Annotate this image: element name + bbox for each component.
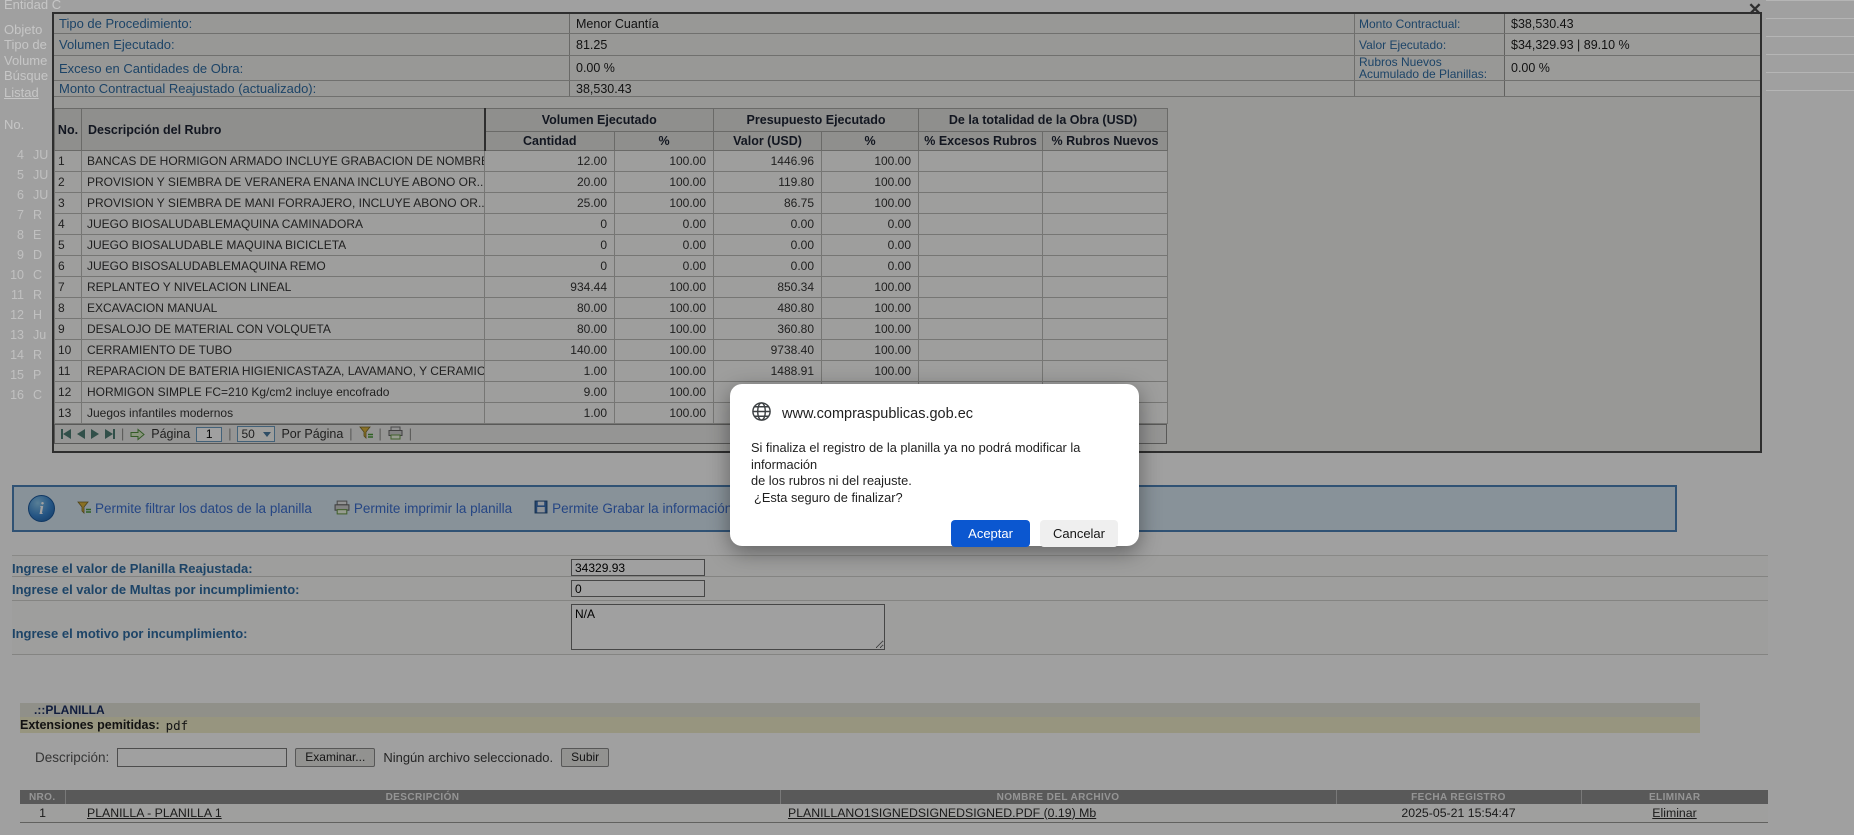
ghost-label: Búsque [4,68,48,83]
ghost-label: Tipo de [4,37,47,52]
ghost-row-text: JU [33,148,48,162]
ghost-row: 14 R [2,348,42,362]
ghost-row-text: JU [33,188,48,202]
background-table-lines [1766,0,1854,97]
dialog-message-line2: de los rubros ni del reajuste. [751,473,912,488]
ghost-row-text: JU [33,168,48,182]
ghost-row-number: 15 [2,368,24,382]
ghost-row: 15 P [2,368,41,382]
ghost-row-text: Ju [33,328,46,342]
ghost-row-number: 11 [2,288,24,302]
ghost-row-number: 13 [2,328,24,342]
ghost-row: 12 H [2,308,42,322]
accept-button[interactable]: Aceptar [951,520,1030,547]
ghost-row-number: 12 [2,308,24,322]
dialog-question: ¿Esta seguro de finalizar? [751,490,1118,507]
dialog-buttons: Aceptar Cancelar [751,520,1118,547]
dialog-header: www.compraspublicas.gob.ec [751,401,1118,427]
dialog-message-line1: Si finaliza el registro de la planilla y… [751,440,1080,472]
ghost-row-number: 9 [2,248,24,262]
ghost-row: 16 C [2,388,42,402]
dialog-message: Si finaliza el registro de la planilla y… [751,440,1118,506]
ghost-row-text: R [33,208,42,222]
ghost-row-text: C [33,268,42,282]
ghost-row: 11 R [2,288,42,302]
ghost-label: Listad [4,85,39,100]
ghost-row-number: 5 [2,168,24,182]
ghost-row: 4 JU [2,148,48,162]
ghost-label: Entidad C [4,0,61,12]
confirm-dialog: www.compraspublicas.gob.ec Si finaliza e… [730,384,1139,546]
ghost-row-number: 14 [2,348,24,362]
ghost-row-text: C [33,388,42,402]
ghost-row-text: D [33,248,42,262]
ghost-row: 5 JU [2,168,48,182]
ghost-label: No. [4,117,24,132]
ghost-label: Objeto [4,22,42,37]
ghost-row-number: 10 [2,268,24,282]
ghost-row-number: 4 [2,148,24,162]
ghost-row-text: R [33,288,42,302]
ghost-row-number: 8 [2,228,24,242]
ghost-row-text: R [33,348,42,362]
ghost-row: 6 JU [2,188,48,202]
cancel-button[interactable]: Cancelar [1040,520,1118,547]
ghost-row: 10 C [2,268,42,282]
ghost-row: 7R [2,208,42,222]
ghost-row-number: 16 [2,388,24,402]
ghost-row: 13 Ju [2,328,46,342]
ghost-row: 8E [2,228,41,242]
ghost-label: Volume [4,53,47,68]
ghost-row-text: E [33,228,41,242]
globe-icon [751,401,772,427]
ghost-row: 9D [2,248,42,262]
ghost-row-text: H [33,308,42,322]
dialog-origin: www.compraspublicas.gob.ec [782,406,973,422]
ghost-row-number: 7 [2,208,24,222]
ghost-row-number: 6 [2,188,24,202]
ghost-row-text: P [33,368,41,382]
